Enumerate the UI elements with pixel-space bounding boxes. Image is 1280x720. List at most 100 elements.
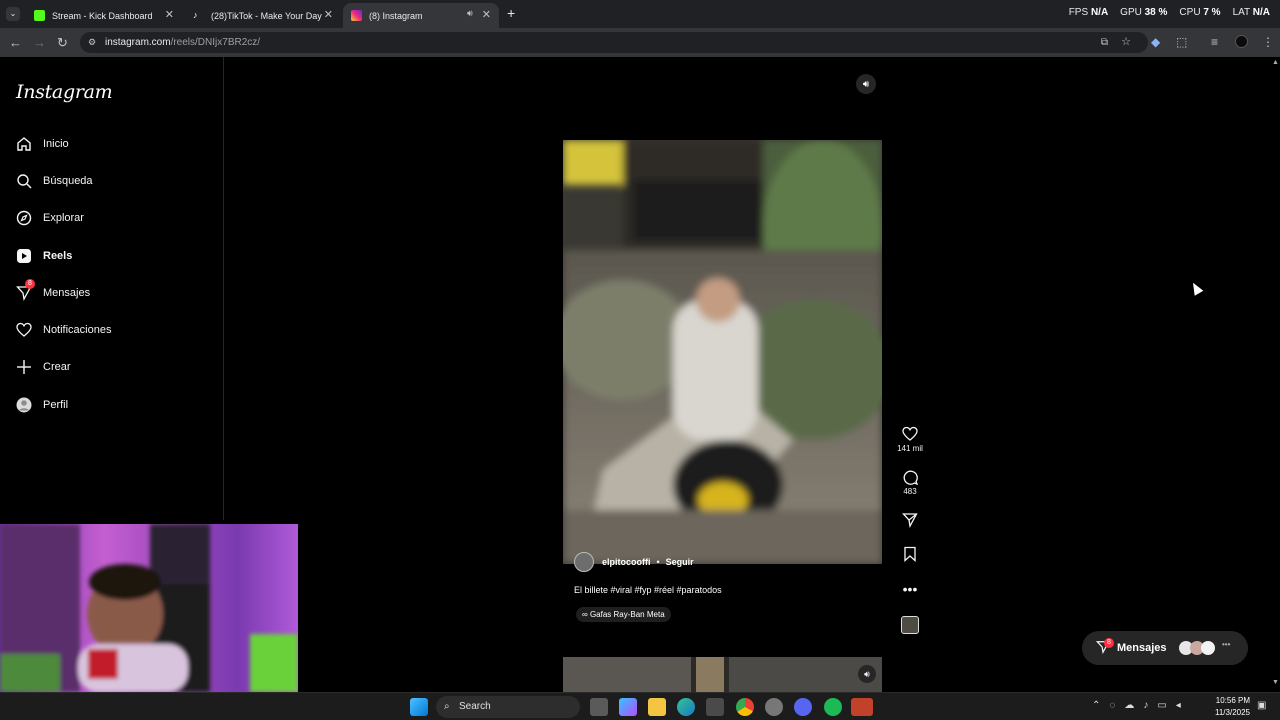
settings-icon[interactable] xyxy=(765,698,783,716)
clock-time: 10:56 PM xyxy=(1215,696,1250,705)
heart-icon xyxy=(16,322,32,338)
edge-icon[interactable] xyxy=(677,698,695,716)
comment-button[interactable]: 483 xyxy=(895,469,925,496)
menu-icon[interactable]: ⋮ xyxy=(1262,35,1274,49)
copilot-icon[interactable] xyxy=(619,698,637,716)
audio-playing-icon[interactable]: 🔊︎ xyxy=(467,8,473,19)
instagram-icon xyxy=(351,10,362,21)
webcam-frame xyxy=(0,524,298,692)
save-button[interactable] xyxy=(895,546,925,564)
address-bar[interactable]: ⚙ instagram.com/reels/DNIjx7BR2cz/ ⧉ ☆ xyxy=(80,32,1148,53)
sidebar-item-label: Crear xyxy=(43,361,71,373)
messages-label: Mensajes xyxy=(1117,642,1167,654)
gpu-label: GPU xyxy=(1120,7,1142,18)
media-controls-icon[interactable]: ≡ xyxy=(1211,35,1218,49)
tab-kick[interactable]: Stream - Kick Dashboard ✕ xyxy=(26,3,182,28)
chrome-icon[interactable] xyxy=(736,698,754,716)
close-tab-icon[interactable]: ✕ xyxy=(482,8,491,21)
author-avatar[interactable] xyxy=(574,552,594,572)
volume-icon[interactable]: 🔊︎ xyxy=(858,665,876,683)
comment-count: 483 xyxy=(903,487,917,496)
install-app-icon[interactable]: ⧉ xyxy=(1101,32,1108,53)
tab-title: (28)TikTok - Make Your Day xyxy=(211,10,322,21)
bookmark-icon xyxy=(895,546,925,564)
sidebar-item-reels[interactable]: Reels xyxy=(16,244,72,268)
site-info-icon[interactable]: ⚙ xyxy=(88,32,96,53)
spotify-icon[interactable] xyxy=(824,698,842,716)
extensions-puzzle-icon[interactable]: ⬚ xyxy=(1176,35,1187,49)
messages-button[interactable]: 8 Mensajes ••• xyxy=(1082,631,1248,665)
mouse-cursor xyxy=(1188,280,1204,296)
like-button[interactable]: 141 mil xyxy=(895,426,925,453)
scroll-up-icon[interactable]: ▲ xyxy=(1272,59,1279,66)
tab-instagram[interactable]: (8) Instagram 🔊︎ ✕ xyxy=(343,3,499,28)
product-tag[interactable]: ∞ Gafas Ray-Ban Meta xyxy=(576,607,671,622)
profile-avatar[interactable] xyxy=(1235,35,1248,48)
system-clock[interactable]: 10:56 PM 11/3/2025 xyxy=(1215,695,1250,719)
tab-title: (8) Instagram xyxy=(369,10,423,21)
store-icon[interactable] xyxy=(706,698,724,716)
product-tag-label: Gafas Ray-Ban Meta xyxy=(589,610,665,619)
tab-search-dropdown[interactable]: ⌄ xyxy=(6,7,20,21)
system-tray-icons[interactable]: ⌃◌☁︎♪▭◂ xyxy=(1092,700,1190,711)
browser-tab-bar: ⌄ Stream - Kick Dashboard ✕ ♪ (28)TikTok… xyxy=(0,0,1280,28)
comment-icon xyxy=(895,469,925,487)
author-username[interactable]: elpitocooffi xyxy=(602,557,651,567)
fps-label: FPS xyxy=(1068,7,1089,18)
bookmark-star-icon[interactable]: ☆ xyxy=(1121,32,1131,53)
sidebar-item-perfil[interactable]: Perfil xyxy=(16,393,68,417)
tab-tiktok[interactable]: ♪ (28)TikTok - Make Your Day ✕ xyxy=(185,3,341,28)
sidebar-item-label: Inicio xyxy=(43,138,69,150)
reel-video[interactable] xyxy=(563,140,882,564)
close-tab-icon[interactable]: ✕ xyxy=(165,8,174,21)
windows-start-icon[interactable] xyxy=(410,698,428,716)
back-icon[interactable]: ← xyxy=(9,35,22,50)
sidebar-item-label: Explorar xyxy=(43,212,84,224)
next-reel-preview[interactable]: 🔊︎ xyxy=(563,657,882,692)
sidebar-item-explorar[interactable]: Explorar xyxy=(16,206,84,230)
sidebar-item-label: Notificaciones xyxy=(43,324,112,336)
follow-button[interactable]: Seguir xyxy=(666,557,694,567)
notifications-icon[interactable]: ▣ xyxy=(1257,700,1266,711)
extension-icon[interactable]: ◆ xyxy=(1151,35,1160,49)
sidebar-item-notificaciones[interactable]: Notificaciones xyxy=(16,318,111,342)
home-icon xyxy=(16,136,32,152)
taskbar-search[interactable]: ⌕ Search xyxy=(436,696,580,718)
sidebar-item-busqueda[interactable]: Búsqueda xyxy=(16,169,93,193)
new-tab-button[interactable]: + xyxy=(507,5,515,21)
avatar xyxy=(1201,641,1215,655)
audio-thumbnail[interactable] xyxy=(901,616,919,634)
sidebar: Instagram Inicio Búsqueda Explorar Reels… xyxy=(0,57,224,520)
reload-icon[interactable]: ↻ xyxy=(57,35,68,51)
heart-icon xyxy=(895,426,925,444)
video-frame xyxy=(563,140,882,564)
obs-app-icon[interactable] xyxy=(851,698,873,716)
reel-caption[interactable]: El billete #viral #fyp #réel #paratodos xyxy=(574,585,722,595)
search-icon: ⌕ xyxy=(444,701,450,712)
like-count: 141 mil xyxy=(897,444,923,453)
sidebar-item-mensajes[interactable]: 8 Mensajes xyxy=(16,279,91,305)
share-button[interactable] xyxy=(895,512,925,530)
volume-icon[interactable]: 🔊︎ xyxy=(856,74,876,94)
forward-icon[interactable]: → xyxy=(33,35,46,50)
sidebar-item-label: Mensajes xyxy=(43,287,91,299)
more-icon: ••• xyxy=(1222,640,1231,649)
next-reel-frame xyxy=(563,657,882,692)
scroll-down-icon[interactable]: ▼ xyxy=(1272,679,1279,686)
sidebar-item-crear[interactable]: Crear xyxy=(16,355,71,379)
avatar-icon xyxy=(16,397,32,413)
search-icon xyxy=(16,173,32,189)
plus-icon xyxy=(16,359,32,375)
tiktok-icon: ♪ xyxy=(193,10,198,20)
discord-icon[interactable] xyxy=(794,698,812,716)
close-tab-icon[interactable]: ✕ xyxy=(324,8,333,21)
page-scrollbar[interactable]: ▲ ▼ xyxy=(1270,57,1280,692)
more-options-button[interactable]: ••• xyxy=(895,581,925,599)
instagram-logo[interactable]: Instagram xyxy=(16,81,113,103)
sidebar-item-inicio[interactable]: Inicio xyxy=(16,132,69,156)
task-view-icon[interactable] xyxy=(590,698,608,716)
kick-icon xyxy=(34,10,45,21)
cpu-label: CPU xyxy=(1179,7,1201,18)
file-explorer-icon[interactable] xyxy=(648,698,666,716)
glasses-icon: ∞ xyxy=(582,610,590,619)
